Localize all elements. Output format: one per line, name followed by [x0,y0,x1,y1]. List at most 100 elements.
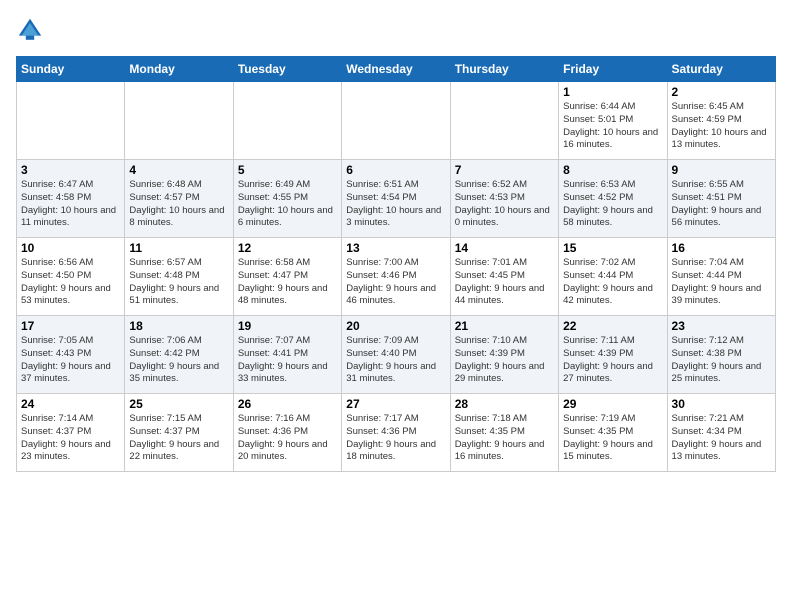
calendar-cell: 28 Sunrise: 7:18 AM Sunset: 4:35 PM Dayli… [450,394,558,472]
day-info: Sunrise: 7:16 AM Sunset: 4:36 PM Dayligh… [238,413,337,464]
day-number: 14 [455,241,554,255]
day-number: 20 [346,319,445,333]
weekday-row: SundayMondayTuesdayWednesdayThursdayFrid… [17,57,776,82]
day-info: Sunrise: 6:55 AM Sunset: 4:51 PM Dayligh… [672,179,771,230]
calendar-cell: 27 Sunrise: 7:17 AM Sunset: 4:36 PM Dayli… [342,394,450,472]
day-info: Sunrise: 6:47 AM Sunset: 4:58 PM Dayligh… [21,179,120,230]
calendar-cell: 12Sunrise: 6:58 AM Sunset: 4:47 PM Dayli… [233,238,341,316]
day-info: Sunrise: 7:10 AM Sunset: 4:39 PM Dayligh… [455,335,554,386]
calendar-week-3: 10 Sunrise: 6:56 AM Sunset: 4:50 PM Dayli… [17,238,776,316]
day-number: 25 [129,397,228,411]
day-info: Sunrise: 6:56 AM Sunset: 4:50 PM Dayligh… [21,257,120,308]
day-number: 30 [672,397,771,411]
calendar-cell [450,82,558,160]
day-number: 27 [346,397,445,411]
weekday-header-friday: Friday [559,57,667,82]
day-info: Sunrise: 6:49 AM Sunset: 4:55 PM Dayligh… [238,179,337,230]
calendar-cell [342,82,450,160]
calendar-cell: 16 Sunrise: 7:04 AM Sunset: 4:44 PM Dayli… [667,238,775,316]
day-info: Sunrise: 7:12 AM Sunset: 4:38 PM Dayligh… [672,335,771,386]
day-number: 19 [238,319,337,333]
day-info: Sunrise: 7:05 AM Sunset: 4:43 PM Dayligh… [21,335,120,386]
day-info: Sunrise: 6:53 AM Sunset: 4:52 PM Dayligh… [563,179,662,230]
day-number: 22 [563,319,662,333]
weekday-header-saturday: Saturday [667,57,775,82]
calendar-week-1: 1 Sunrise: 6:44 AM Sunset: 5:01 PM Daylig… [17,82,776,160]
calendar-cell [233,82,341,160]
day-number: 11 [129,241,228,255]
day-info: Sunrise: 7:17 AM Sunset: 4:36 PM Dayligh… [346,413,445,464]
calendar-week-4: 17 Sunrise: 7:05 AM Sunset: 4:43 PM Dayli… [17,316,776,394]
page-header [16,16,776,44]
day-number: 18 [129,319,228,333]
day-number: 4 [129,163,228,177]
day-info: Sunrise: 7:01 AM Sunset: 4:45 PM Dayligh… [455,257,554,308]
day-number: 7 [455,163,554,177]
calendar-body: 1 Sunrise: 6:44 AM Sunset: 5:01 PM Daylig… [17,82,776,472]
calendar-cell [125,82,233,160]
day-number: 9 [672,163,771,177]
day-info: Sunrise: 7:06 AM Sunset: 4:42 PM Dayligh… [129,335,228,386]
calendar-cell: 9 Sunrise: 6:55 AM Sunset: 4:51 PM Daylig… [667,160,775,238]
calendar-cell: 29Sunrise: 7:19 AM Sunset: 4:35 PM Dayli… [559,394,667,472]
day-info: Sunrise: 6:48 AM Sunset: 4:57 PM Dayligh… [129,179,228,230]
day-number: 15 [563,241,662,255]
day-number: 21 [455,319,554,333]
calendar-cell: 6Sunrise: 6:51 AM Sunset: 4:54 PM Daylig… [342,160,450,238]
calendar-cell: 8 Sunrise: 6:53 AM Sunset: 4:52 PM Daylig… [559,160,667,238]
day-number: 5 [238,163,337,177]
calendar-cell: 7Sunrise: 6:52 AM Sunset: 4:53 PM Daylig… [450,160,558,238]
calendar-cell: 26 Sunrise: 7:16 AM Sunset: 4:36 PM Dayli… [233,394,341,472]
calendar-cell: 3 Sunrise: 6:47 AM Sunset: 4:58 PM Daylig… [17,160,125,238]
calendar-cell [17,82,125,160]
calendar-cell: 14 Sunrise: 7:01 AM Sunset: 4:45 PM Dayli… [450,238,558,316]
calendar-cell: 10 Sunrise: 6:56 AM Sunset: 4:50 PM Dayli… [17,238,125,316]
calendar-cell: 24Sunrise: 7:14 AM Sunset: 4:37 PM Dayli… [17,394,125,472]
day-number: 23 [672,319,771,333]
day-info: Sunrise: 7:18 AM Sunset: 4:35 PM Dayligh… [455,413,554,464]
calendar-cell: 20 Sunrise: 7:09 AM Sunset: 4:40 PM Dayli… [342,316,450,394]
day-number: 1 [563,85,662,99]
calendar-cell: 5 Sunrise: 6:49 AM Sunset: 4:55 PM Daylig… [233,160,341,238]
calendar-cell: 13 Sunrise: 7:00 AM Sunset: 4:46 PM Dayli… [342,238,450,316]
calendar-week-2: 3 Sunrise: 6:47 AM Sunset: 4:58 PM Daylig… [17,160,776,238]
calendar-cell: 22 Sunrise: 7:11 AM Sunset: 4:39 PM Dayli… [559,316,667,394]
day-number: 10 [21,241,120,255]
day-info: Sunrise: 6:45 AM Sunset: 4:59 PM Dayligh… [672,101,771,152]
day-number: 13 [346,241,445,255]
day-info: Sunrise: 7:21 AM Sunset: 4:34 PM Dayligh… [672,413,771,464]
weekday-header-sunday: Sunday [17,57,125,82]
day-info: Sunrise: 7:00 AM Sunset: 4:46 PM Dayligh… [346,257,445,308]
day-info: Sunrise: 6:44 AM Sunset: 5:01 PM Dayligh… [563,101,662,152]
day-number: 3 [21,163,120,177]
day-info: Sunrise: 7:04 AM Sunset: 4:44 PM Dayligh… [672,257,771,308]
day-info: Sunrise: 7:19 AM Sunset: 4:35 PM Dayligh… [563,413,662,464]
day-info: Sunrise: 6:51 AM Sunset: 4:54 PM Dayligh… [346,179,445,230]
logo-icon [16,16,44,44]
calendar-week-5: 24Sunrise: 7:14 AM Sunset: 4:37 PM Dayli… [17,394,776,472]
calendar-header: SundayMondayTuesdayWednesdayThursdayFrid… [17,57,776,82]
weekday-header-wednesday: Wednesday [342,57,450,82]
day-number: 2 [672,85,771,99]
day-info: Sunrise: 7:02 AM Sunset: 4:44 PM Dayligh… [563,257,662,308]
calendar-cell: 17 Sunrise: 7:05 AM Sunset: 4:43 PM Dayli… [17,316,125,394]
weekday-header-tuesday: Tuesday [233,57,341,82]
day-info: Sunrise: 7:15 AM Sunset: 4:37 PM Dayligh… [129,413,228,464]
day-number: 8 [563,163,662,177]
day-info: Sunrise: 6:57 AM Sunset: 4:48 PM Dayligh… [129,257,228,308]
calendar-cell: 11 Sunrise: 6:57 AM Sunset: 4:48 PM Dayli… [125,238,233,316]
calendar-table: SundayMondayTuesdayWednesdayThursdayFrid… [16,56,776,472]
day-number: 24 [21,397,120,411]
day-number: 16 [672,241,771,255]
day-number: 28 [455,397,554,411]
day-info: Sunrise: 7:09 AM Sunset: 4:40 PM Dayligh… [346,335,445,386]
weekday-header-monday: Monday [125,57,233,82]
day-number: 26 [238,397,337,411]
day-number: 17 [21,319,120,333]
page-container: SundayMondayTuesdayWednesdayThursdayFrid… [0,0,792,480]
calendar-cell: 15 Sunrise: 7:02 AM Sunset: 4:44 PM Dayli… [559,238,667,316]
day-info: Sunrise: 7:07 AM Sunset: 4:41 PM Dayligh… [238,335,337,386]
day-info: Sunrise: 6:58 AM Sunset: 4:47 PM Dayligh… [238,257,337,308]
calendar-cell: 4 Sunrise: 6:48 AM Sunset: 4:57 PM Daylig… [125,160,233,238]
day-info: Sunrise: 7:11 AM Sunset: 4:39 PM Dayligh… [563,335,662,386]
